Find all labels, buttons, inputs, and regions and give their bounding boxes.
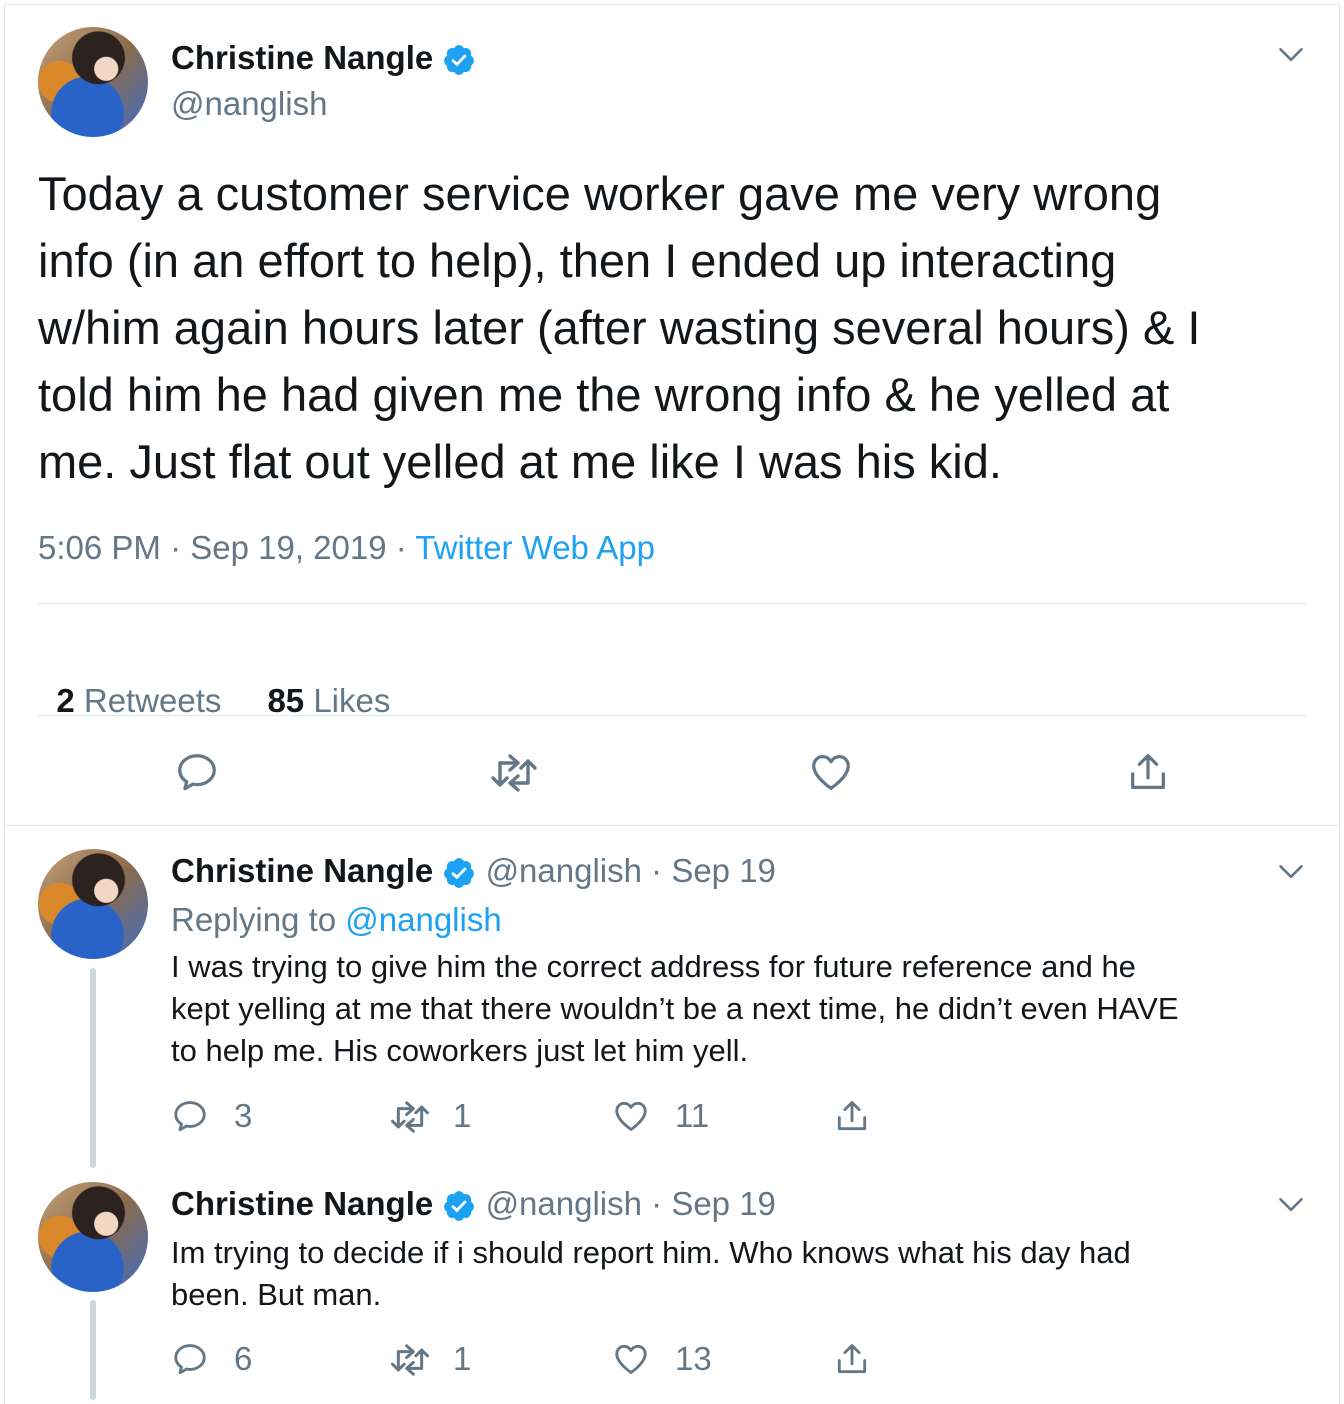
- retweet-icon[interactable]: [390, 1340, 430, 1380]
- replying-to-label: Replying to: [171, 901, 346, 938]
- like-icon[interactable]: [808, 749, 854, 795]
- reply-text: I was trying to give him the correct add…: [171, 946, 1179, 1072]
- avatar[interactable]: [38, 1182, 148, 1292]
- reply-header: Christine Nangle @nanglish · Sep 19: [171, 851, 776, 891]
- like-count: 11: [675, 1097, 710, 1134]
- reply-text-line: kept yelling at me that there wouldn’t b…: [171, 991, 1179, 1026]
- retweet-count: 1: [453, 1097, 472, 1134]
- handle-and-date[interactable]: @nanglish · Sep 19: [486, 852, 776, 889]
- reply-count: 3: [234, 1097, 253, 1134]
- tweet-text-line: w/him again hours later (after wasting s…: [38, 301, 1201, 354]
- retweet-count: 1: [453, 1340, 472, 1377]
- likes-label: Likes: [304, 682, 391, 719]
- author-name[interactable]: Christine Nangle: [171, 1185, 433, 1222]
- divider: [38, 715, 1306, 716]
- author-name[interactable]: Christine Nangle: [171, 852, 433, 889]
- section-divider: [4, 825, 1340, 826]
- thread-connector-line: [90, 1300, 96, 1400]
- chevron-down-icon[interactable]: [1277, 857, 1305, 885]
- verified-badge-icon: [444, 858, 475, 889]
- reply-count: 6: [234, 1340, 253, 1377]
- retweet-icon[interactable]: [490, 749, 538, 797]
- reply-text-line: I was trying to give him the correct add…: [171, 949, 1136, 984]
- handle-and-date[interactable]: @nanglish · Sep 19: [486, 1185, 776, 1222]
- retweets-label: Retweets: [74, 682, 222, 719]
- replying-to-handle[interactable]: @nanglish: [345, 901, 501, 938]
- chevron-down-icon[interactable]: [1277, 40, 1305, 68]
- likes-stat[interactable]: 85 Likes: [267, 682, 390, 719]
- tweet-text-line: me. Just flat out yelled at me like I wa…: [38, 435, 1002, 488]
- retweets-stat[interactable]: 2 Retweets: [56, 682, 221, 719]
- like-count: 13: [675, 1340, 712, 1377]
- reply-icon[interactable]: [171, 1097, 209, 1135]
- reply-text-line: to help me. His coworkers just let him y…: [171, 1033, 749, 1068]
- replying-to: Replying to @nanglish: [171, 900, 502, 940]
- likes-count: 85: [267, 682, 305, 719]
- divider: [38, 603, 1306, 604]
- tweet-meta: 5:06 PM · Sep 19, 2019 · Twitter Web App: [38, 528, 655, 568]
- chevron-down-icon[interactable]: [1277, 1190, 1305, 1218]
- avatar[interactable]: [38, 27, 148, 137]
- share-icon[interactable]: [833, 1340, 871, 1378]
- author-name-row: Christine Nangle: [171, 38, 476, 78]
- tweet-timestamp[interactable]: 5:06 PM · Sep 19, 2019 ·: [38, 529, 415, 566]
- engagement-stats: 2 Retweets 85 Likes: [38, 641, 390, 721]
- tweet-text-line: info (in an effort to help), then I ende…: [38, 234, 1117, 287]
- share-icon[interactable]: [833, 1097, 871, 1135]
- retweets-count: 2: [56, 682, 75, 719]
- reply-icon[interactable]: [171, 1340, 209, 1378]
- tweet-source-link[interactable]: Twitter Web App: [415, 529, 655, 566]
- reply-text-line: Im trying to decide if i should report h…: [171, 1235, 1131, 1270]
- like-icon[interactable]: [612, 1097, 650, 1135]
- like-icon[interactable]: [612, 1340, 650, 1378]
- tweet-text-line: told him he had given me the wrong info …: [38, 368, 1170, 421]
- share-icon[interactable]: [1125, 749, 1171, 795]
- reply-text-line: been. But man.: [171, 1277, 382, 1312]
- tweet-text-line: Today a customer service worker gave me …: [38, 167, 1162, 220]
- verified-badge-icon: [444, 45, 475, 76]
- thread-connector-line: [90, 968, 96, 1168]
- author-name[interactable]: Christine Nangle: [171, 39, 433, 76]
- reply-text: Im trying to decide if i should report h…: [171, 1232, 1131, 1316]
- tweet-text: Today a customer service worker gave me …: [38, 160, 1200, 495]
- author-handle[interactable]: @nanglish: [171, 84, 327, 124]
- avatar[interactable]: [38, 849, 148, 959]
- verified-badge-icon: [444, 1191, 475, 1222]
- reply-icon[interactable]: [174, 749, 220, 795]
- retweet-icon[interactable]: [390, 1097, 430, 1137]
- reply-header: Christine Nangle @nanglish · Sep 19: [171, 1184, 776, 1224]
